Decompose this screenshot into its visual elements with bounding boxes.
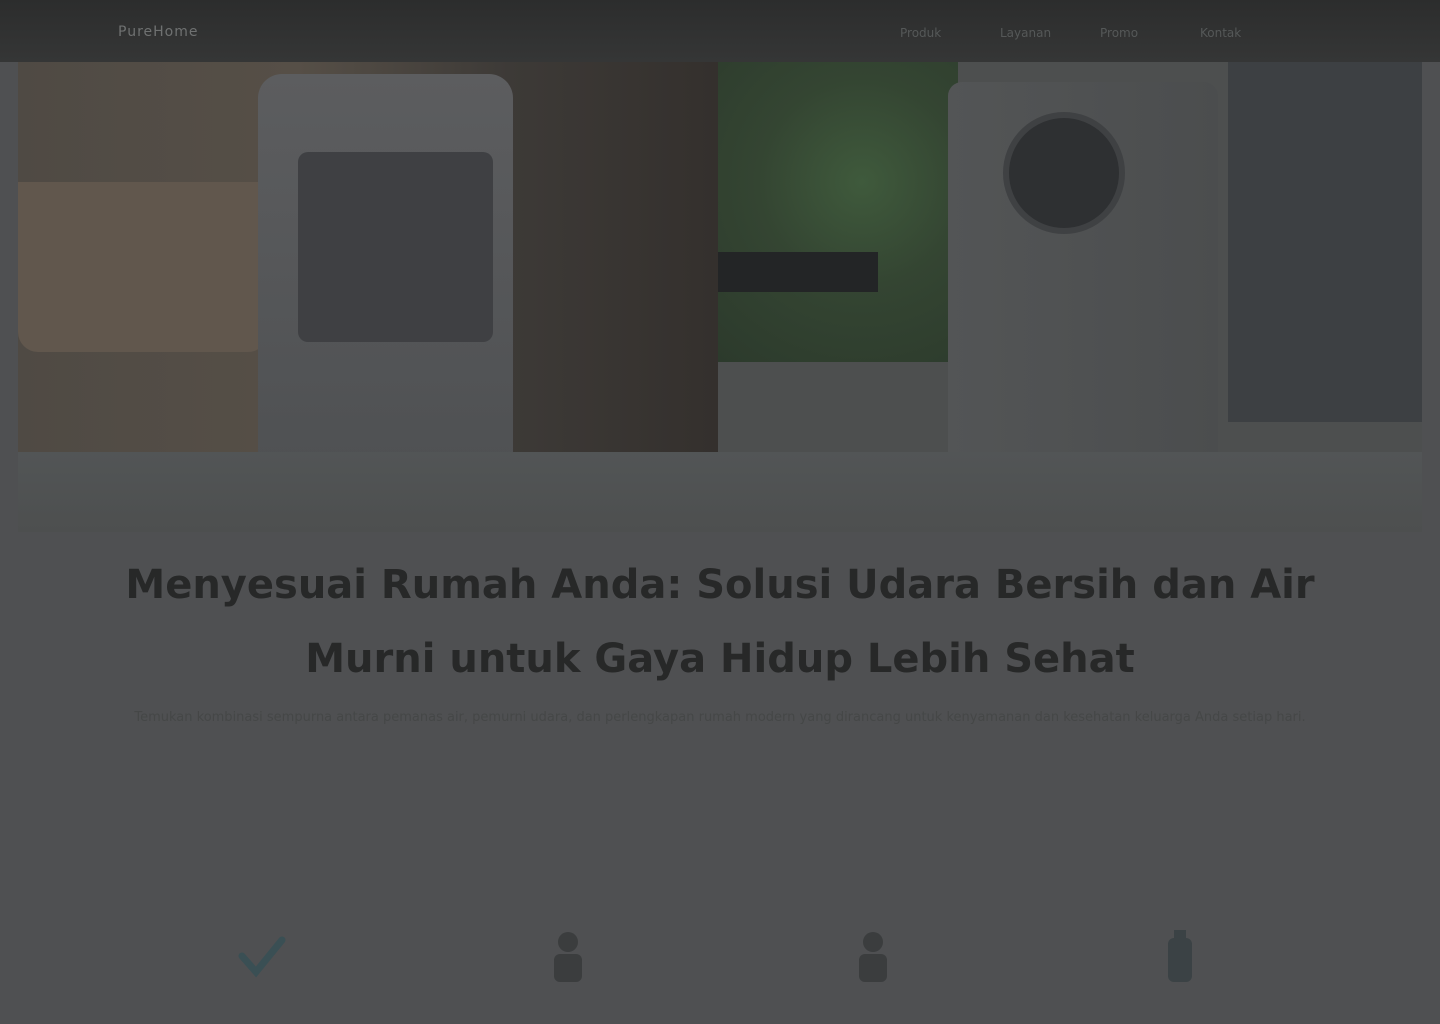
floor [18, 452, 1422, 532]
person-icon [859, 932, 887, 982]
hero-subtext: Temukan kombinasi sempurna antara pemana… [134, 710, 1306, 725]
top-navigation-bar: PureHome Produk Layanan Promo Kontak [0, 0, 1440, 62]
brand-logo[interactable]: PureHome [118, 24, 218, 40]
shelf [718, 252, 878, 292]
nav-item-contact[interactable]: Kontak [1200, 26, 1270, 40]
cabinet [18, 182, 268, 352]
hero-headline: Menyesuai Rumah Anda: Solusi Udara Bersi… [125, 562, 1315, 682]
nav-item-promo[interactable]: Promo [1100, 26, 1170, 40]
hero-image [18, 62, 1422, 532]
plant-foliage [718, 62, 958, 362]
nav-item-products[interactable]: Produk [900, 26, 970, 40]
person-icon [554, 932, 582, 982]
nav-item-services[interactable]: Layanan [1000, 26, 1070, 40]
bottle-icon [1168, 930, 1192, 982]
water-heater-panel [298, 152, 493, 342]
wall-panel [1228, 62, 1422, 422]
purifier-dial [1003, 112, 1125, 234]
check-icon [238, 936, 286, 978]
